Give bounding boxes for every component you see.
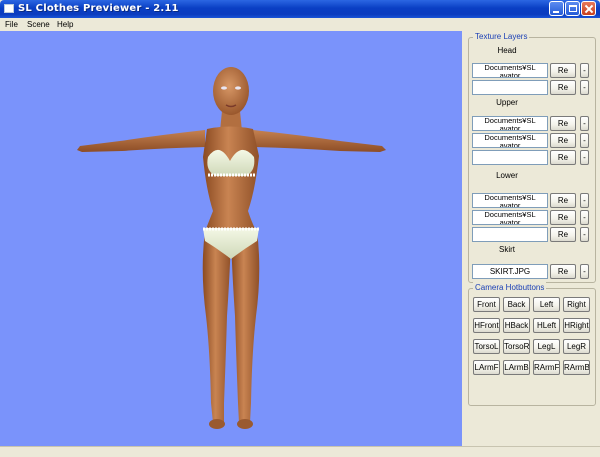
camera-legl-button[interactable]: LegL xyxy=(533,339,560,354)
avatar-model xyxy=(77,67,386,429)
camera-rarmf-button[interactable]: RArmF xyxy=(533,360,560,375)
menu-bar: File Scene Help xyxy=(0,18,600,31)
lower-texture-field-2[interactable]: Documents¥SL avator xyxy=(472,210,548,225)
skirt-reload-button-1[interactable]: Re xyxy=(550,264,576,279)
maximize-icon xyxy=(569,5,577,12)
minimize-icon xyxy=(553,11,559,13)
head-reload-button-2[interactable]: Re xyxy=(550,80,576,95)
minimize-button[interactable] xyxy=(549,1,564,16)
camera-hback-button[interactable]: HBack xyxy=(503,318,530,333)
upper-reload-button-2[interactable]: Re xyxy=(550,133,576,148)
upper-texture-field-3[interactable] xyxy=(472,150,548,165)
head-remove-button-1[interactable]: - xyxy=(580,63,589,78)
lower-remove-button-2[interactable]: - xyxy=(580,210,589,225)
section-label-skirt: Skirt xyxy=(499,245,515,254)
upper-remove-button-2[interactable]: - xyxy=(580,133,589,148)
right-panel: Texture Layers Head Documents¥SL avator R… xyxy=(462,31,600,446)
upper-texture-field-1[interactable]: Documents¥SL avator xyxy=(472,116,548,131)
lower-reload-button-1[interactable]: Re xyxy=(550,193,576,208)
camera-left-button[interactable]: Left xyxy=(533,297,560,312)
lower-remove-button-1[interactable]: - xyxy=(580,193,589,208)
camera-hotbuttons-group: Camera Hotbuttons Front Back Left Right … xyxy=(468,282,596,406)
camera-back-button[interactable]: Back xyxy=(503,297,530,312)
upper-reload-button-1[interactable]: Re xyxy=(550,116,576,131)
window-title: SL Clothes Previewer - 2.11 xyxy=(18,3,179,14)
camera-legr-button[interactable]: LegR xyxy=(563,339,590,354)
upper-remove-button-3[interactable]: - xyxy=(580,150,589,165)
camera-rarmb-button[interactable]: RArmB xyxy=(563,360,590,375)
head-texture-field-2[interactable] xyxy=(472,80,548,95)
texture-layers-group: Texture Layers Head Documents¥SL avator R… xyxy=(468,31,596,283)
camera-torsol-button[interactable]: TorsoL xyxy=(473,339,500,354)
camera-hleft-button[interactable]: HLeft xyxy=(533,318,560,333)
lower-texture-field-3[interactable] xyxy=(472,227,548,242)
head-remove-button-2[interactable]: - xyxy=(580,80,589,95)
lower-remove-button-3[interactable]: - xyxy=(580,227,589,242)
camera-front-button[interactable]: Front xyxy=(473,297,500,312)
upper-reload-button-3[interactable]: Re xyxy=(550,150,576,165)
camera-hright-button[interactable]: HRight xyxy=(563,318,590,333)
3d-viewport[interactable] xyxy=(0,31,462,446)
upper-texture-field-2[interactable]: Documents¥SL avator xyxy=(472,133,548,148)
camera-hfront-button[interactable]: HFront xyxy=(473,318,500,333)
menu-help[interactable]: Help xyxy=(57,19,73,31)
camera-right-button[interactable]: Right xyxy=(563,297,590,312)
texture-layers-title: Texture Layers xyxy=(473,31,530,43)
skirt-texture-field-1[interactable]: SKIRT.JPG xyxy=(472,264,548,279)
upper-remove-button-1[interactable]: - xyxy=(580,116,589,131)
menu-file[interactable]: File xyxy=(5,19,18,31)
camera-larmf-button[interactable]: LArmF xyxy=(473,360,500,375)
status-bar xyxy=(0,446,600,457)
section-label-lower: Lower xyxy=(496,171,518,180)
camera-torsor-button[interactable]: TorsoR xyxy=(503,339,530,354)
camera-hotbuttons-title: Camera Hotbuttons xyxy=(473,282,547,294)
section-label-head: Head xyxy=(497,46,517,55)
head-texture-field-1[interactable]: Documents¥SL avator xyxy=(472,63,548,78)
lower-reload-button-2[interactable]: Re xyxy=(550,210,576,225)
lower-reload-button-3[interactable]: Re xyxy=(550,227,576,242)
maximize-button[interactable] xyxy=(565,1,580,16)
menu-scene[interactable]: Scene xyxy=(27,19,50,31)
section-label-upper: Upper xyxy=(496,98,518,107)
lower-texture-field-1[interactable]: Documents¥SL avator xyxy=(472,193,548,208)
title-bar: SL Clothes Previewer - 2.11 xyxy=(0,0,600,18)
close-button[interactable] xyxy=(581,1,596,16)
skirt-remove-button-1[interactable]: - xyxy=(580,264,589,279)
app-icon[interactable] xyxy=(4,4,14,13)
head-reload-button-1[interactable]: Re xyxy=(550,63,576,78)
camera-larmb-button[interactable]: LArmB xyxy=(503,360,530,375)
